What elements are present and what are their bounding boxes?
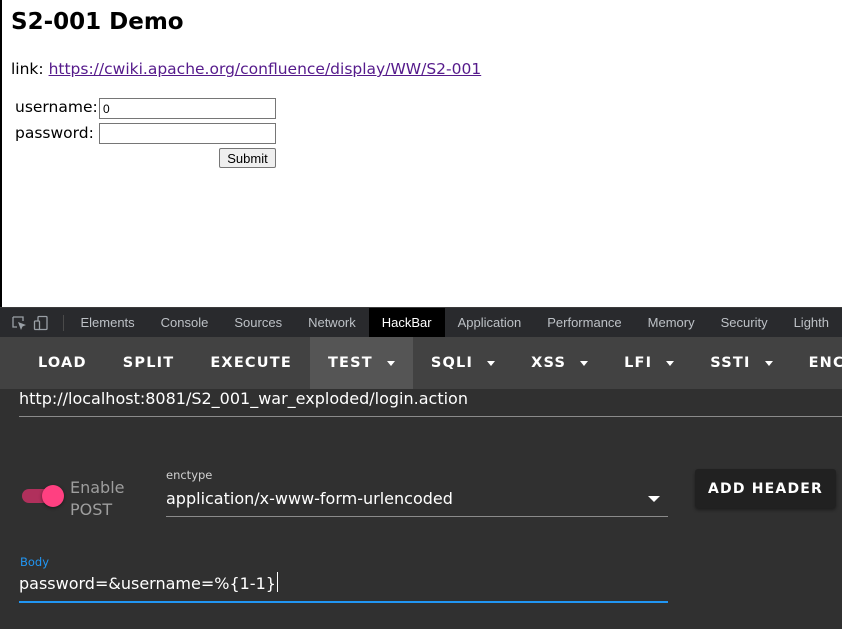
chevron-down-icon — [487, 361, 496, 366]
chevron-down-icon — [580, 361, 589, 366]
chevron-down-icon — [764, 361, 773, 366]
submit-button[interactable]: Submit — [219, 148, 276, 168]
tab-elements[interactable]: Elements — [67, 308, 147, 338]
enctype-select[interactable]: application/x-www-form-urlencoded — [166, 488, 668, 517]
page-title: S2-001 Demo — [11, 9, 184, 35]
tab-hackbar[interactable]: HackBar — [368, 307, 445, 338]
tab-application[interactable]: Application — [445, 308, 535, 338]
tab-security[interactable]: Security — [708, 308, 781, 338]
toggle-knob — [42, 485, 64, 507]
password-label: password: — [15, 124, 94, 142]
hackbar-panel: http://localhost:8081/S2_001_war_explode… — [0, 389, 842, 629]
enctype-label: enctype — [166, 468, 213, 482]
split-button[interactable]: SPLIT — [105, 337, 193, 389]
enable-post-label: Enable POST — [70, 478, 125, 519]
device-toolbar-icon[interactable] — [33, 314, 49, 332]
tab-console[interactable]: Console — [148, 308, 222, 338]
cwiki-link[interactable]: https://cwiki.apache.org/confluence/disp… — [49, 60, 482, 78]
username-label: username: — [15, 98, 98, 116]
password-input[interactable] — [99, 123, 276, 144]
link-prefix: link: — [11, 60, 49, 78]
body-label: Body — [20, 555, 50, 569]
enable-post-toggle[interactable] — [22, 485, 64, 507]
load-button[interactable]: LOAD — [0, 337, 105, 389]
tab-network[interactable]: Network — [295, 308, 369, 338]
chevron-down-icon — [386, 361, 395, 366]
web-page: S2-001 Demo link: https://cwiki.apache.o… — [0, 0, 842, 307]
chevron-down-icon — [666, 361, 675, 366]
body-value: password=&username=%{1-1} — [19, 574, 276, 593]
hackbar-menu: LOAD SPLIT EXECUTE TEST SQLI XSS LFI SST… — [0, 337, 842, 389]
add-header-button[interactable]: ADD HEADER — [695, 469, 836, 508]
encoding-menu-button[interactable]: ENCO — [791, 337, 842, 389]
test-menu-button[interactable]: TEST — [309, 337, 413, 389]
devtools-tab-bar: Elements Console Sources Network HackBar… — [0, 307, 842, 338]
link-row: link: https://cwiki.apache.org/confluenc… — [11, 60, 481, 78]
xss-menu-button[interactable]: XSS — [513, 337, 606, 389]
url-input[interactable]: http://localhost:8081/S2_001_war_explode… — [19, 389, 842, 417]
tab-performance[interactable]: Performance — [534, 308, 634, 338]
enctype-value: application/x-www-form-urlencoded — [166, 489, 453, 508]
lfi-menu-button[interactable]: LFI — [606, 337, 692, 389]
sqli-menu-button[interactable]: SQLI — [413, 337, 513, 389]
inspect-element-icon[interactable] — [11, 314, 27, 332]
execute-button[interactable]: EXECUTE — [192, 337, 310, 389]
text-cursor — [276, 572, 278, 592]
chevron-down-icon — [648, 496, 660, 502]
tab-lighthouse[interactable]: Lighth — [781, 308, 842, 338]
username-input[interactable] — [99, 98, 276, 119]
tab-sources[interactable]: Sources — [221, 308, 295, 338]
tab-memory[interactable]: Memory — [635, 308, 708, 338]
ssti-menu-button[interactable]: SSTI — [692, 337, 790, 389]
body-input[interactable]: password=&username=%{1-1} — [19, 572, 668, 603]
